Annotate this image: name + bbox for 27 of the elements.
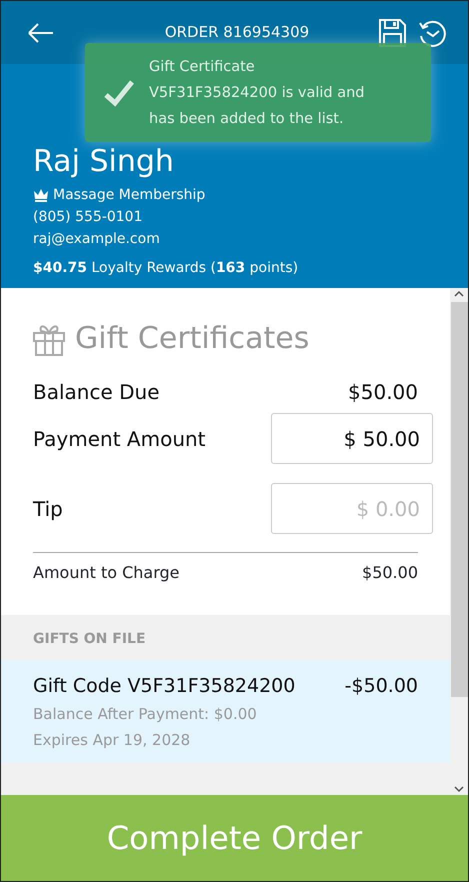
check-icon xyxy=(103,78,135,108)
charge-label: Amount to Charge xyxy=(33,562,180,584)
charge-value: $50.00 xyxy=(362,562,418,584)
order-title: ORDER 816954309 xyxy=(164,22,310,44)
balance-after: Balance After Payment: $0.00 xyxy=(33,704,258,724)
scrollbar[interactable] xyxy=(450,288,468,795)
loyalty-rewards: $40.75 Loyalty Rewards (163 points) xyxy=(33,259,300,278)
balance-value: $50.00 xyxy=(348,379,418,406)
balance-label: Balance Due xyxy=(33,379,160,406)
tip-field[interactable]: $ 0.00 xyxy=(271,483,433,534)
phone-number: (805) 555-0101 xyxy=(33,208,144,227)
expiry-date: Expires Apr 19, 2028 xyxy=(33,730,192,750)
gift-code: Gift Code V5F31F35824200 xyxy=(33,674,296,699)
gift-item[interactable]: Gift Code V5F31F35824200 -$50.00 Balance After Payment: $0.00 Expires Apr 19, 2028 xyxy=(1,660,450,762)
payment-field[interactable]: $ 50.00 xyxy=(271,413,433,464)
back-icon[interactable] xyxy=(27,20,55,44)
section-title: Gift Certificates xyxy=(75,320,310,358)
crown-icon xyxy=(33,188,49,202)
email-address: raj@example.com xyxy=(33,230,161,249)
payment-label: Payment Amount xyxy=(33,426,206,452)
section-heading: GIFTS ON FILE xyxy=(1,615,450,660)
membership-label: Massage Membership xyxy=(53,186,206,205)
toast-message: Gift Certificate V5F31F35824200 is valid and has been added to the list. xyxy=(149,58,366,128)
tip-label: Tip xyxy=(33,496,63,522)
customer-name: Raj Singh xyxy=(33,144,174,180)
gift-amount: -$50.00 xyxy=(344,674,418,699)
history-icon[interactable] xyxy=(418,18,446,46)
